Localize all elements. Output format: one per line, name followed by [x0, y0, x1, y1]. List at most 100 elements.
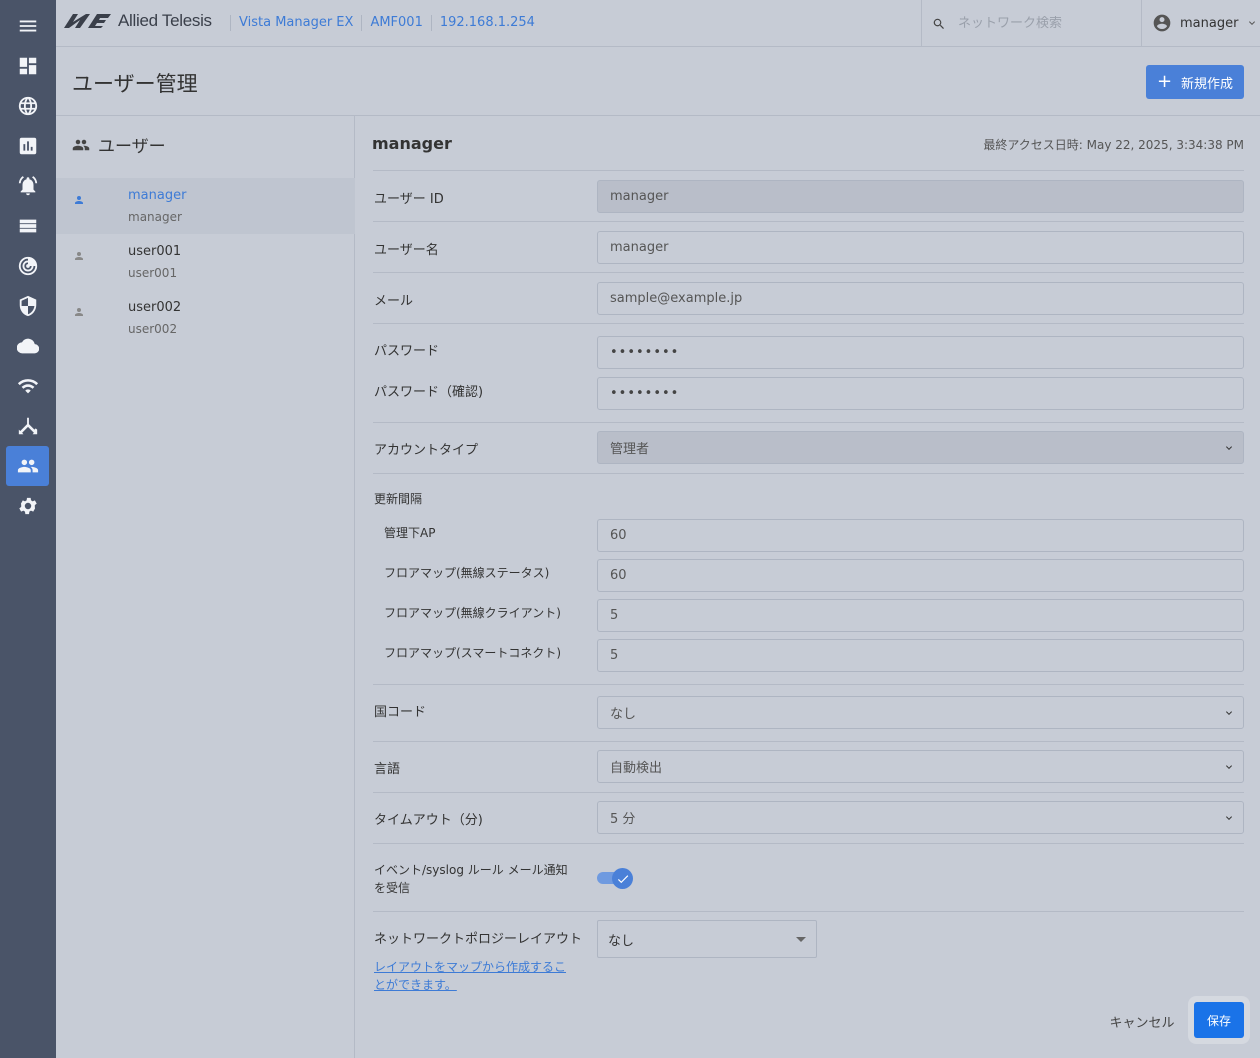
users-icon: [72, 139, 90, 150]
shield-icon: [19, 295, 36, 317]
create-layout-link[interactable]: レイアウトをマップから作成することができます。: [374, 958, 574, 994]
email-field[interactable]: sample@example.jp: [597, 282, 1244, 315]
username-field[interactable]: manager: [597, 231, 1244, 264]
refresh-floor-client-field[interactable]: 5: [597, 599, 1244, 632]
sidebar-item-reports[interactable]: [6, 126, 49, 166]
user-list-title: ユーザー: [98, 137, 166, 157]
user-id-field: manager: [597, 180, 1244, 213]
chevron-down-icon: [1226, 815, 1232, 820]
account-type-label: アカウントタイプ: [374, 443, 479, 458]
password-confirm-field[interactable]: ••••••••: [597, 377, 1244, 410]
account-type-value: 管理者: [610, 442, 650, 457]
divider: [373, 911, 1244, 912]
cloud-icon: [16, 338, 39, 354]
user-list-item[interactable]: user002 user002: [56, 290, 355, 346]
event-mail-label: イベント/syslog ルール メール通知: [374, 863, 568, 877]
country-code-select[interactable]: なし: [597, 696, 1244, 729]
sidebar-item-network[interactable]: [6, 86, 49, 126]
caret-down-icon: [796, 936, 806, 942]
cancel-button[interactable]: キャンセル: [1106, 1010, 1178, 1032]
password-field[interactable]: ••••••••: [597, 336, 1244, 369]
radar-icon: [18, 256, 37, 276]
search-input[interactable]: [958, 16, 1128, 31]
globe-icon: [18, 96, 37, 116]
sidebar-item-settings[interactable]: [6, 486, 49, 526]
country-code-label: 国コード: [374, 705, 427, 720]
users-icon: [17, 459, 38, 473]
sidebar-item-cloud[interactable]: [6, 326, 49, 366]
network-search: [921, 0, 1142, 47]
detail-title: manager: [372, 134, 452, 153]
topology-layout-label: ネットワークトポロジーレイアウト: [374, 932, 583, 947]
user-menu-name: manager: [1180, 15, 1239, 31]
sidebar-item-dashboard[interactable]: [6, 46, 49, 86]
sidebar-item-radar[interactable]: [6, 246, 49, 286]
refresh-floor-smart-field[interactable]: 5: [597, 639, 1244, 672]
refresh-floor-status-field[interactable]: 60: [597, 559, 1244, 592]
user-list-panel: ユーザー manager manager user001 user001 use…: [56, 116, 355, 1058]
top-bar: Allied Telesis Vista Manager EX AMF001 1…: [56, 0, 1260, 47]
breadcrumb-product[interactable]: Vista Manager EX: [230, 15, 361, 31]
allied-telesis-logo-icon: [64, 14, 111, 28]
person-icon: [75, 252, 83, 260]
new-user-button[interactable]: + 新規作成: [1146, 65, 1244, 99]
divider: [373, 741, 1244, 742]
chart-icon: [19, 137, 36, 155]
timeout-value: 5 分: [610, 812, 636, 827]
save-button[interactable]: 保存: [1194, 1002, 1244, 1038]
menu-icon: [19, 20, 36, 32]
sidebar-item-alarms[interactable]: [6, 166, 49, 206]
chevron-down-icon: [1226, 445, 1232, 450]
password-confirm-label: パスワード（確認): [374, 385, 484, 400]
account-circle-icon: [1153, 14, 1171, 32]
account-type-select[interactable]: 管理者: [597, 431, 1244, 464]
language-select[interactable]: 自動検出: [597, 750, 1244, 783]
user-name: user001: [128, 244, 182, 259]
new-user-button-label: 新規作成: [1181, 76, 1234, 92]
user-detail-panel: manager 最終アクセス日時: May 22, 2025, 3:34:38 …: [356, 116, 1260, 1058]
brand-name: Allied Telesis: [118, 11, 212, 30]
sidebar-item-security[interactable]: [6, 286, 49, 326]
topology-icon: [18, 417, 37, 435]
refresh-floor-status-label: フロアマップ(無線ステータス): [384, 566, 550, 580]
topology-layout-value: なし: [608, 933, 635, 949]
brand-logo: Allied Telesis: [64, 11, 212, 31]
refresh-ap-field[interactable]: 60: [597, 519, 1244, 552]
divider: [373, 792, 1244, 793]
event-mail-toggle[interactable]: [597, 868, 633, 889]
email-label: メール: [374, 294, 414, 309]
divider: [373, 170, 1244, 171]
user-list-item[interactable]: manager manager: [56, 178, 355, 234]
menu-button[interactable]: [6, 6, 49, 46]
user-id: user001: [128, 266, 178, 280]
toggle-knob: [612, 868, 633, 889]
password-label: パスワード: [374, 344, 440, 359]
sidebar-item-wireless[interactable]: [6, 366, 49, 406]
plus-icon: +: [1156, 71, 1173, 92]
sidebar: [0, 0, 56, 1058]
user-id-label: ユーザー ID: [374, 192, 444, 207]
person-icon: [75, 196, 83, 204]
timeout-label: タイムアウト（分): [374, 813, 483, 828]
user-id: user002: [128, 322, 178, 336]
divider: [373, 323, 1244, 324]
breadcrumb-area[interactable]: AMF001: [361, 15, 430, 31]
sidebar-item-topology[interactable]: [6, 406, 49, 446]
timeout-select[interactable]: 5 分: [597, 801, 1244, 834]
chevron-down-icon: [1226, 710, 1232, 715]
divider: [373, 473, 1244, 474]
sidebar-item-users[interactable]: [6, 446, 49, 486]
refresh-ap-label: 管理下AP: [384, 526, 436, 540]
chevron-down-icon: [1226, 764, 1232, 769]
username-label: ユーザー名: [374, 243, 439, 258]
refresh-floor-client-label: フロアマップ(無線クライアント): [384, 606, 561, 620]
user-menu[interactable]: manager: [1152, 13, 1260, 33]
user-list-header: ユーザー: [72, 132, 166, 157]
breadcrumb-address[interactable]: 192.168.1.254: [430, 15, 543, 31]
language-value: 自動検出: [610, 761, 663, 776]
topology-layout-select[interactable]: なし: [597, 920, 817, 958]
refresh-interval-label: 更新間隔: [374, 492, 423, 506]
user-list-item[interactable]: user001 user001: [56, 234, 355, 290]
user-id: manager: [128, 210, 182, 224]
sidebar-item-list[interactable]: [6, 206, 49, 246]
